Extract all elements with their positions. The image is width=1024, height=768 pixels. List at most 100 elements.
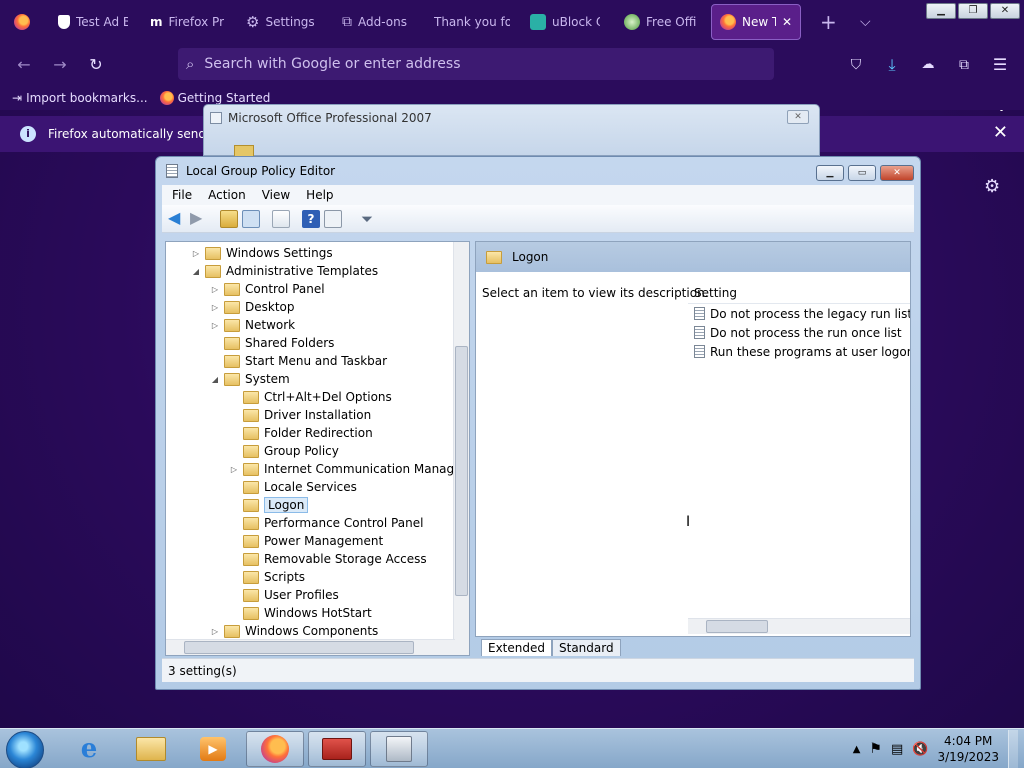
expand-arrow-icon[interactable]: ◢ bbox=[211, 375, 219, 384]
menu-view[interactable]: View bbox=[262, 188, 290, 202]
list-all-tabs-icon[interactable]: ⌵ bbox=[852, 4, 878, 40]
tree-node[interactable]: Logon bbox=[230, 496, 309, 514]
tree-node[interactable]: ▷ Windows Settings bbox=[192, 244, 333, 262]
filter-icon[interactable]: ⏷ bbox=[358, 210, 376, 228]
tab-ublock[interactable]: uBlock O bbox=[522, 4, 608, 40]
settings-gear-icon[interactable]: ⚙ bbox=[984, 176, 1000, 197]
expand-arrow-icon[interactable]: ◢ bbox=[192, 267, 200, 276]
back-icon[interactable]: ← bbox=[12, 54, 36, 76]
tree-node[interactable]: Performance Control Panel bbox=[230, 514, 423, 532]
tree-node[interactable]: Removable Storage Access bbox=[230, 550, 427, 568]
tree-node[interactable]: ▷ Network bbox=[211, 316, 295, 334]
tab-thank-you[interactable]: Thank you fo bbox=[426, 4, 518, 40]
taskbar-firefox[interactable] bbox=[246, 731, 304, 767]
action-center-flag-icon[interactable]: ⚑ bbox=[869, 741, 882, 757]
hamburger-menu-icon[interactable]: ☰ bbox=[988, 54, 1012, 76]
tree-node[interactable]: ▷ Internet Communication Managen bbox=[230, 460, 469, 478]
menu-file[interactable]: File bbox=[172, 188, 192, 202]
details-horizontal-scrollbar[interactable] bbox=[688, 618, 910, 634]
url-bar[interactable]: ⌕ Search with Google or enter address bbox=[178, 48, 774, 80]
gpe-titlebar[interactable]: Local Group Policy Editor bbox=[156, 157, 920, 185]
up-folder-icon[interactable] bbox=[220, 210, 238, 228]
tree-vscroll-thumb[interactable] bbox=[455, 346, 468, 596]
reload-icon[interactable]: ↻ bbox=[84, 54, 108, 76]
expand-arrow-icon[interactable]: ▷ bbox=[211, 285, 219, 294]
tree-node[interactable]: User Profiles bbox=[230, 586, 339, 604]
setting-item[interactable]: Do not process the run once list bbox=[694, 323, 902, 342]
tree-node[interactable]: ▷ Desktop bbox=[211, 298, 295, 316]
download-icon[interactable]: ⤓ bbox=[880, 54, 904, 76]
tree-node[interactable]: Shared Folders bbox=[211, 334, 334, 352]
taskbar-toolbox[interactable] bbox=[308, 731, 366, 767]
show-hide-tree-icon[interactable] bbox=[242, 210, 260, 228]
close-notification-icon[interactable]: ✕ bbox=[993, 122, 1008, 143]
column-header-setting[interactable]: Setting bbox=[688, 280, 910, 304]
taskbar-media-player[interactable]: ▶ bbox=[184, 731, 242, 767]
tab-add-ons[interactable]: ⧉ Add-ons bbox=[334, 4, 418, 40]
minimize-button[interactable]: ▁ bbox=[926, 3, 956, 19]
tree-node[interactable]: ▷ Control Panel bbox=[211, 280, 325, 298]
tree-node[interactable]: Driver Installation bbox=[230, 406, 371, 424]
show-hidden-icons-icon[interactable]: ▲ bbox=[853, 744, 861, 755]
taskbar-explorer[interactable] bbox=[122, 731, 180, 767]
taskbar-internet-explorer[interactable]: e bbox=[60, 731, 118, 767]
tree-node[interactable]: Folder Redirection bbox=[230, 424, 373, 442]
restore-button[interactable]: ❐ bbox=[958, 3, 988, 19]
tree-node[interactable]: Power Management bbox=[230, 532, 383, 550]
gpe-minimize-button[interactable]: ▁ bbox=[816, 165, 844, 181]
tree-node[interactable]: ◢ Administrative Templates bbox=[192, 262, 378, 280]
forward-arrow-icon[interactable]: ▶ bbox=[190, 210, 208, 228]
tree-vertical-scrollbar[interactable] bbox=[453, 242, 469, 655]
close-window-button[interactable]: ✕ bbox=[990, 3, 1020, 19]
expand-arrow-icon[interactable]: ▷ bbox=[211, 321, 219, 330]
tree-node[interactable]: Windows HotStart bbox=[230, 604, 372, 622]
firefox-menu-icon[interactable] bbox=[6, 4, 36, 40]
tab-firefox-privacy[interactable]: m Firefox Pr bbox=[142, 4, 232, 40]
bookmark-import[interactable]: ⇥ Import bookmarks... bbox=[12, 91, 148, 105]
extension-icon[interactable]: ☁ bbox=[916, 54, 940, 76]
tab-test-ad[interactable]: Test Ad B bbox=[50, 4, 136, 40]
setting-item[interactable]: Run these programs at user logon bbox=[694, 342, 910, 361]
setting-item[interactable]: Do not process the legacy run list bbox=[694, 304, 910, 323]
tree-horizontal-scrollbar[interactable] bbox=[166, 639, 455, 655]
clock[interactable]: 4:04 PM 3/19/2023 bbox=[937, 733, 999, 765]
tree-node[interactable]: ◢ System bbox=[211, 370, 290, 388]
show-desktop-button[interactable] bbox=[1008, 730, 1018, 768]
tab-extended[interactable]: Extended bbox=[481, 639, 552, 656]
menu-help[interactable]: Help bbox=[306, 188, 333, 202]
properties-icon[interactable] bbox=[324, 210, 342, 228]
network-icon[interactable]: ▤ bbox=[891, 742, 903, 757]
tab-standard[interactable]: Standard bbox=[552, 639, 621, 656]
expand-arrow-icon[interactable]: ▷ bbox=[211, 303, 219, 312]
tree-node[interactable]: Group Policy bbox=[230, 442, 339, 460]
expand-arrow-icon[interactable]: ▷ bbox=[211, 627, 219, 636]
details-hscroll-thumb[interactable] bbox=[706, 620, 768, 633]
back-arrow-icon[interactable]: ◀ bbox=[168, 210, 186, 228]
tree-node[interactable]: Scripts bbox=[230, 568, 305, 586]
export-list-icon[interactable] bbox=[272, 210, 290, 228]
start-button[interactable] bbox=[6, 731, 44, 768]
tab-free-office[interactable]: Free Offic bbox=[616, 4, 704, 40]
expand-arrow-icon[interactable]: ▷ bbox=[230, 465, 238, 474]
volume-muted-icon[interactable]: 🔇 bbox=[912, 742, 928, 757]
tab-new-tab[interactable]: New Ta ✕ bbox=[711, 4, 801, 40]
close-tab-icon[interactable]: ✕ bbox=[782, 15, 792, 29]
new-tab-button[interactable]: + bbox=[812, 4, 838, 40]
forward-icon[interactable]: → bbox=[48, 54, 72, 76]
tree-node[interactable]: Ctrl+Alt+Del Options bbox=[230, 388, 392, 406]
taskbar-setup[interactable] bbox=[370, 731, 428, 767]
pocket-icon[interactable]: ⛉ bbox=[844, 54, 868, 76]
tab-settings[interactable]: ⚙ Settings bbox=[238, 4, 326, 40]
tree-hscroll-thumb[interactable] bbox=[184, 641, 414, 654]
puzzle-icon[interactable]: ⧉ bbox=[952, 54, 976, 76]
tree-node[interactable]: Start Menu and Taskbar bbox=[211, 352, 387, 370]
gpe-maximize-button[interactable]: ▭ bbox=[848, 165, 876, 181]
tree-node[interactable]: Locale Services bbox=[230, 478, 357, 496]
tree-node[interactable]: ▷ Windows Components bbox=[211, 622, 378, 640]
menu-action[interactable]: Action bbox=[208, 188, 246, 202]
gpe-close-button[interactable]: ✕ bbox=[880, 165, 914, 181]
bookmark-getting-started[interactable]: Getting Started bbox=[159, 91, 270, 105]
dialog-close-button[interactable]: ✕ bbox=[787, 110, 809, 124]
expand-arrow-icon[interactable]: ▷ bbox=[192, 249, 200, 258]
help-icon[interactable]: ? bbox=[302, 210, 320, 228]
